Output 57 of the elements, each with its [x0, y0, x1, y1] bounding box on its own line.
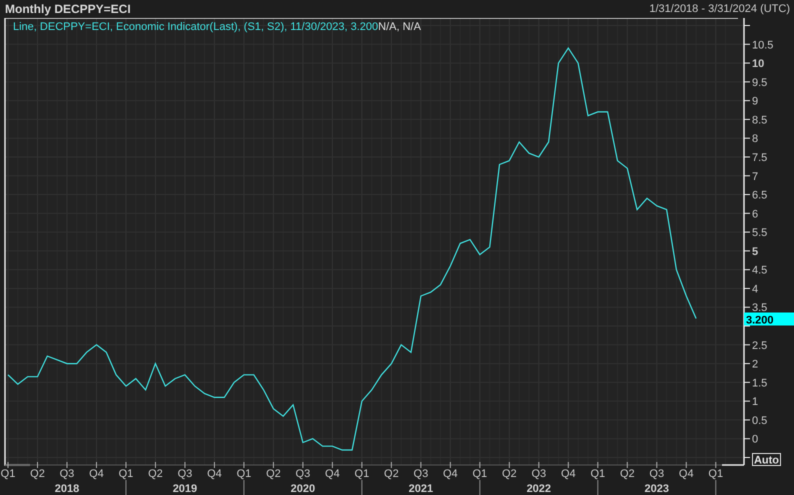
x-axis-label: Q1 — [118, 468, 134, 480]
x-axis-label: Q3 — [60, 468, 74, 480]
x-axis-label: Q1 — [590, 468, 606, 480]
x-axis-label: Q2 — [620, 468, 635, 480]
x-axis-label: Q4 — [443, 468, 458, 480]
x-axis-label: Q4 — [325, 468, 340, 480]
year-label: 2020 — [290, 483, 316, 495]
y-axis-label: 6 — [752, 208, 758, 220]
y-axis-label: 1 — [752, 396, 758, 408]
year-label: 2022 — [526, 483, 552, 495]
last-value-marker: 3.200 — [744, 312, 794, 326]
y-axis-label: 5 — [752, 246, 758, 258]
x-axis-label: Q4 — [560, 468, 576, 480]
x-axis-label: Q3 — [414, 468, 428, 480]
x-axis-label: Q4 — [678, 468, 694, 480]
y-axis-label: 2 — [752, 358, 758, 371]
y-axis-label: 6.5 — [752, 190, 768, 202]
y-axis-label: 7.5 — [752, 152, 768, 164]
x-axis-label: Q1 — [354, 468, 370, 480]
x-axis-label: Q2 — [30, 468, 45, 480]
y-axis-label: 2.5 — [752, 340, 768, 352]
y-axis-label: 0 — [752, 434, 758, 446]
year-label: 2018 — [54, 483, 80, 495]
y-axis-label: 4.5 — [752, 264, 768, 277]
x-axis-label: Q2 — [266, 468, 281, 480]
y-axis-label: 10.5 — [752, 39, 774, 52]
y-axis-label: 10 — [752, 58, 764, 70]
y-axis-label: 3.5 — [752, 302, 768, 314]
x-axis-label: Q3 — [531, 468, 546, 480]
x-axis-label: Q4 — [207, 468, 222, 480]
y-axis-label: 1.5 — [752, 377, 768, 390]
x-axis-label: Q4 — [89, 468, 104, 480]
y-axis-label: 4 — [752, 283, 758, 296]
x-axis-label: Q3 — [296, 468, 310, 480]
year-label: 2023 — [644, 483, 670, 495]
x-axis-label: Q2 — [148, 468, 163, 480]
y-axis-label: 0.5 — [752, 414, 768, 427]
y-axis-label: 9 — [752, 96, 758, 108]
y-axis-label: 9.5 — [752, 76, 768, 89]
date-range: 1/31/2018 - 3/31/2024 (UTC) — [649, 3, 790, 15]
x-axis-label: Q1 — [236, 468, 252, 480]
chart-title: Monthly DECPPY=ECI — [5, 2, 131, 16]
y-axis-label: 8.5 — [752, 114, 768, 126]
year-label: 2019 — [172, 483, 198, 495]
legend-text: Line, DECPPY=ECI, Economic Indicator(Last), (S1, S2), 11/30/2023, 3.200N/A, N/A — [13, 21, 421, 33]
auto-button[interactable]: Auto — [752, 453, 781, 466]
x-axis-label: Q2 — [502, 468, 517, 480]
x-axis-label: Q1 — [708, 468, 724, 480]
y-axis-label: 5.5 — [752, 227, 768, 240]
y-axis-label: 7 — [752, 170, 758, 183]
x-axis-label: Q2 — [384, 468, 399, 480]
x-axis-label: Q3 — [649, 468, 664, 480]
x-axis-label: Q3 — [178, 468, 192, 480]
x-axis-label: Q1 — [472, 468, 488, 480]
year-label: 2021 — [408, 483, 434, 495]
y-axis-label: 8 — [752, 133, 758, 146]
x-axis-label: Q1 — [0, 468, 16, 480]
